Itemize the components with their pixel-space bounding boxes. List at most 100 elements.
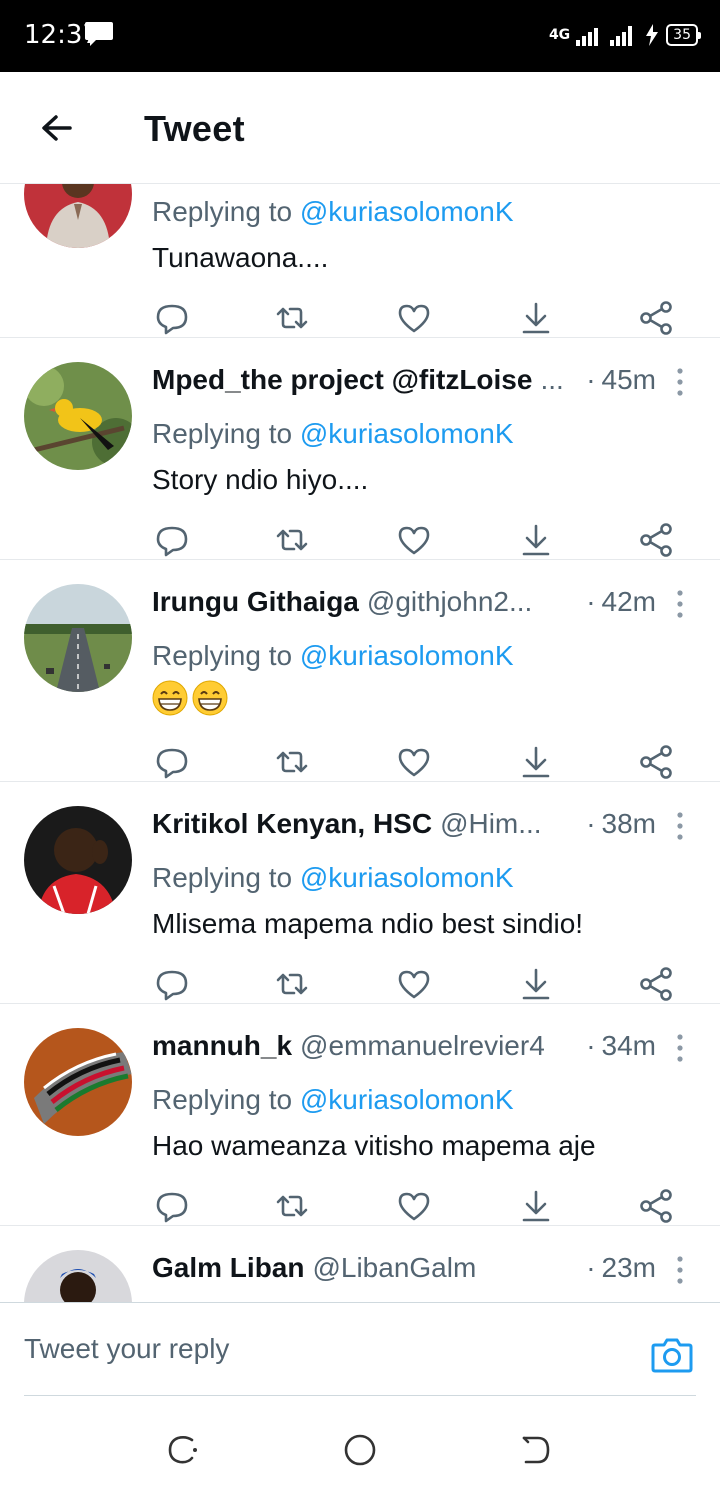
avatar[interactable] (24, 362, 132, 470)
separator-dot: · (586, 586, 596, 617)
reply-icon[interactable] (152, 964, 192, 1004)
author-handle[interactable]: @Him... (440, 808, 580, 844)
share-icon[interactable] (636, 298, 676, 338)
camera-icon[interactable] (650, 1333, 694, 1377)
avatar[interactable] (24, 184, 132, 248)
reply-feed[interactable]: Replying to @kuriasolomonK Tunawaona.... (0, 184, 720, 1302)
signal-icon (576, 28, 599, 46)
tweet-time: 38m (601, 808, 656, 839)
tweet-actions (152, 742, 688, 782)
more-options-icon[interactable] (670, 584, 690, 624)
recent-apps-icon[interactable] (164, 1430, 204, 1470)
status-icons: 4G 35 (548, 18, 701, 52)
like-icon[interactable] (394, 742, 434, 782)
reply-input[interactable] (24, 1329, 624, 1369)
reply-tweet[interactable]: Irungu Githaiga @githjohn2... · 42m Repl… (0, 560, 720, 782)
tweet-time: 34m (601, 1030, 656, 1061)
reply-icon[interactable] (152, 298, 192, 338)
reply-tweet[interactable]: Kritikol Kenyan, HSC @Him... · 38m Reply… (0, 782, 720, 1004)
like-icon[interactable] (394, 298, 434, 338)
share-icon[interactable] (636, 1186, 676, 1226)
separator-dot: · (586, 1030, 596, 1061)
retweet-icon[interactable] (272, 742, 312, 782)
download-icon[interactable] (516, 1186, 556, 1226)
like-icon[interactable] (394, 520, 434, 560)
author-handle[interactable]: @LibanGalm (312, 1252, 580, 1288)
share-icon[interactable] (636, 742, 676, 782)
retweet-icon[interactable] (272, 964, 312, 1004)
reply-tweet[interactable]: Galm Liban @LibanGalm · 23m (0, 1226, 720, 1302)
author-handle[interactable]: ... (540, 364, 580, 400)
tweet-time: 23m (601, 1252, 656, 1283)
reply-icon[interactable] (152, 1186, 192, 1226)
replying-to-mention[interactable]: @kuriasolomonK (300, 1084, 514, 1115)
tweet-header: mannuh_k @emmanuelrevier4 · 34m (152, 1030, 656, 1066)
page-title: Tweet (144, 108, 245, 149)
replying-to: Replying to @kuriasolomonK (152, 1084, 514, 1116)
more-options-icon[interactable] (670, 1250, 690, 1290)
system-nav-bar (0, 1396, 720, 1500)
replying-to-label: Replying to (152, 640, 300, 671)
replying-to-mention[interactable]: @kuriasolomonK (300, 418, 514, 449)
tweet-header: Kritikol Kenyan, HSC @Him... · 38m (152, 808, 656, 844)
replying-to-label: Replying to (152, 196, 300, 227)
author-name[interactable]: Mped_the project @fitzLoise (152, 364, 532, 400)
reply-bar (0, 1302, 720, 1397)
retweet-icon[interactable] (272, 1186, 312, 1226)
arrow-left-icon[interactable] (32, 106, 80, 154)
reply-icon[interactable] (152, 520, 192, 560)
share-icon[interactable] (636, 964, 676, 1004)
signal-icon (610, 26, 633, 46)
replying-to-mention[interactable]: @kuriasolomonK (300, 196, 514, 227)
download-icon[interactable] (516, 520, 556, 560)
replying-to-label: Replying to (152, 1084, 300, 1115)
separator-dot: · (586, 808, 596, 839)
reply-tweet[interactable]: mannuh_k @emmanuelrevier4 · 34m Replying… (0, 1004, 720, 1226)
tweet-text: Story ndio hiyo.... (152, 464, 369, 495)
reply-tweet[interactable]: Mped_the project @fitzLoise ... · 45m Re… (0, 338, 720, 560)
more-options-icon[interactable] (670, 362, 690, 402)
avatar[interactable] (24, 1028, 132, 1136)
tweet-time: 42m (601, 586, 656, 617)
tweet-text: Hao wameanza vitisho mapema aje (152, 1130, 596, 1161)
like-icon[interactable] (394, 1186, 434, 1226)
tweet-header: Irungu Githaiga @githjohn2... · 42m (152, 586, 656, 622)
home-icon[interactable] (340, 1430, 380, 1470)
more-options-icon[interactable] (670, 1028, 690, 1068)
more-options-icon[interactable] (670, 806, 690, 846)
author-name[interactable]: mannuh_k (152, 1030, 292, 1066)
download-icon[interactable] (516, 298, 556, 338)
retweet-icon[interactable] (272, 298, 312, 338)
back-nav-icon[interactable] (516, 1430, 556, 1470)
download-icon[interactable] (516, 964, 556, 1004)
replying-to: Replying to @kuriasolomonK (152, 196, 514, 228)
author-name[interactable]: Kritikol Kenyan, HSC (152, 808, 432, 844)
download-icon[interactable] (516, 742, 556, 782)
retweet-icon[interactable] (272, 520, 312, 560)
author-handle[interactable]: @githjohn2... (367, 586, 580, 622)
message-icon (85, 22, 113, 46)
tweet-emoji (152, 680, 228, 716)
reply-tweet[interactable]: Replying to @kuriasolomonK Tunawaona.... (0, 184, 720, 338)
tweet-actions (152, 298, 688, 338)
like-icon[interactable] (394, 964, 434, 1004)
tweet-text: Tunawaona.... (152, 242, 329, 273)
charging-icon (646, 24, 659, 46)
share-icon[interactable] (636, 520, 676, 560)
replying-to-label: Replying to (152, 862, 300, 893)
replying-to-mention[interactable]: @kuriasolomonK (300, 640, 514, 671)
replying-to-label: Replying to (152, 418, 300, 449)
replying-to: Replying to @kuriasolomonK (152, 418, 514, 450)
avatar[interactable] (24, 806, 132, 914)
author-handle[interactable]: @emmanuelrevier4 (300, 1030, 580, 1066)
author-name[interactable]: Irungu Githaiga (152, 586, 359, 622)
replying-to-mention[interactable]: @kuriasolomonK (300, 862, 514, 893)
tweet-actions (152, 520, 688, 560)
avatar[interactable] (24, 1250, 132, 1302)
author-name[interactable]: Galm Liban (152, 1252, 304, 1288)
network-type: 4G (548, 27, 571, 43)
reply-icon[interactable] (152, 742, 192, 782)
avatar[interactable] (24, 584, 132, 692)
header: Tweet (0, 72, 720, 184)
separator-dot: · (586, 364, 596, 395)
